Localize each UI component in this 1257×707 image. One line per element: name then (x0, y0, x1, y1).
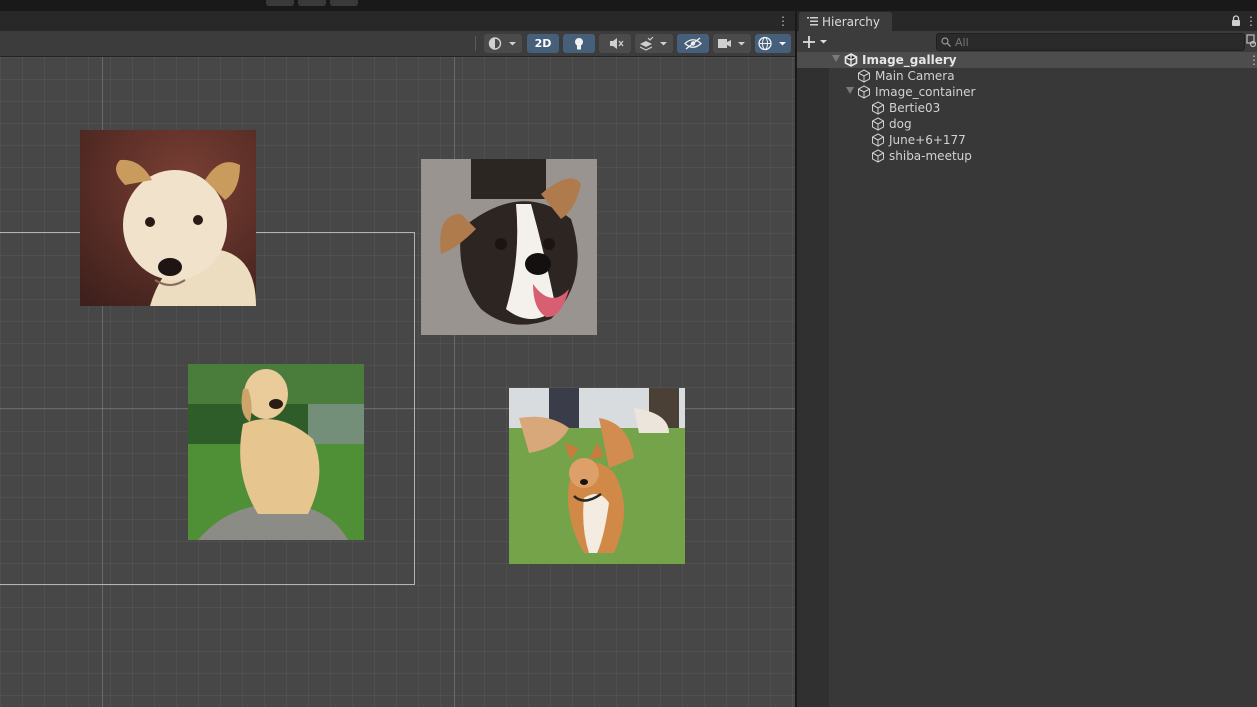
hierarchy-toolbar (797, 31, 1257, 54)
foldout-arrow-icon[interactable] (846, 87, 854, 94)
add-object-dropdown[interactable] (803, 35, 831, 49)
effects-dropdown[interactable] (635, 34, 673, 53)
gizmo-globe-icon (758, 36, 786, 51)
camera-icon (718, 39, 745, 48)
hierarchy-item-shiba-meetup[interactable]: shiba-meetup (797, 148, 1257, 164)
scene-lighting-toggle[interactable] (563, 34, 595, 53)
list-icon (807, 17, 818, 26)
sprite-june-6-177[interactable] (188, 364, 364, 540)
gameobject-cube-icon (872, 101, 884, 115)
hierarchy-item-label: Image_container (875, 85, 976, 99)
hierarchy-item-label: Bertie03 (889, 101, 941, 115)
audio-toggle[interactable] (599, 34, 631, 53)
2d-mode-toggle[interactable]: 2D (527, 34, 559, 53)
gameobject-cube-icon (872, 133, 884, 147)
toolbar-separator (475, 36, 476, 51)
scene-visibility-icon[interactable] (1246, 34, 1257, 48)
scene-viewport[interactable] (0, 57, 795, 707)
hierarchy-more-options-icon[interactable]: ⋮ (1245, 14, 1257, 28)
speaker-mute-icon (610, 38, 624, 49)
hierarchy-item-june-6-177[interactable]: June+6+177 (797, 132, 1257, 148)
hierarchy-tab-bar: Hierarchy ⋮ (797, 11, 1257, 31)
gameobject-cube-icon (872, 117, 884, 131)
gameobject-cube-icon (858, 69, 870, 83)
tab-hierarchy[interactable]: Hierarchy (799, 12, 892, 31)
hierarchy-scene-row[interactable]: Image_gallery ⋮ (797, 52, 1257, 68)
draw-mode-button[interactable] (484, 34, 522, 53)
foldout-arrow-icon[interactable] (832, 55, 840, 62)
scene-tab-bar: ⋮ (0, 11, 795, 31)
hierarchy-item-main-camera[interactable]: Main Camera (797, 68, 1257, 84)
scene-more-options-icon[interactable]: ⋮ (777, 14, 789, 28)
editor-top-strip (0, 0, 1257, 11)
scene-camera-dropdown[interactable] (713, 34, 751, 53)
hierarchy-search-field[interactable] (936, 33, 1245, 51)
tab-hierarchy-label: Hierarchy (822, 15, 881, 29)
hierarchy-item-bertie03[interactable]: Bertie03 (797, 100, 1257, 116)
sprite-dog[interactable] (421, 159, 597, 335)
search-input[interactable] (955, 34, 1235, 50)
play-button[interactable] (266, 0, 294, 6)
hierarchy-item-label: June+6+177 (889, 133, 966, 147)
step-button[interactable] (330, 0, 358, 6)
scene-row-more-icon[interactable]: ⋮ (1248, 53, 1257, 67)
layers-icon (639, 36, 667, 51)
grid-axis-line (454, 57, 455, 707)
sprite-shiba-meetup[interactable] (509, 388, 685, 564)
hierarchy-item-image-container[interactable]: Image_container (797, 84, 1257, 100)
scene-view-panel: ⋮ 2D (0, 11, 795, 707)
gameobject-cube-icon (858, 85, 870, 99)
scene-name: Image_gallery (862, 53, 957, 67)
hierarchy-item-label: dog (889, 117, 912, 131)
hierarchy-item-label: Main Camera (875, 69, 955, 83)
lock-icon[interactable] (1231, 15, 1241, 27)
hierarchy-panel: Hierarchy ⋮ Imag (797, 11, 1257, 707)
gizmos-dropdown[interactable] (755, 34, 791, 53)
scene-visibility-toggle[interactable] (677, 34, 709, 53)
lightbulb-icon (575, 38, 583, 50)
search-icon (941, 37, 951, 47)
hierarchy-item-label: shiba-meetup (889, 149, 972, 163)
pause-button[interactable] (298, 0, 326, 6)
scene-toolbar: 2D (0, 31, 795, 57)
gameobject-cube-icon (872, 149, 884, 163)
hierarchy-item-dog[interactable]: dog (797, 116, 1257, 132)
hidden-eye-icon (684, 37, 702, 50)
sprite-bertie03[interactable] (80, 130, 256, 306)
unity-scene-icon (844, 53, 858, 67)
